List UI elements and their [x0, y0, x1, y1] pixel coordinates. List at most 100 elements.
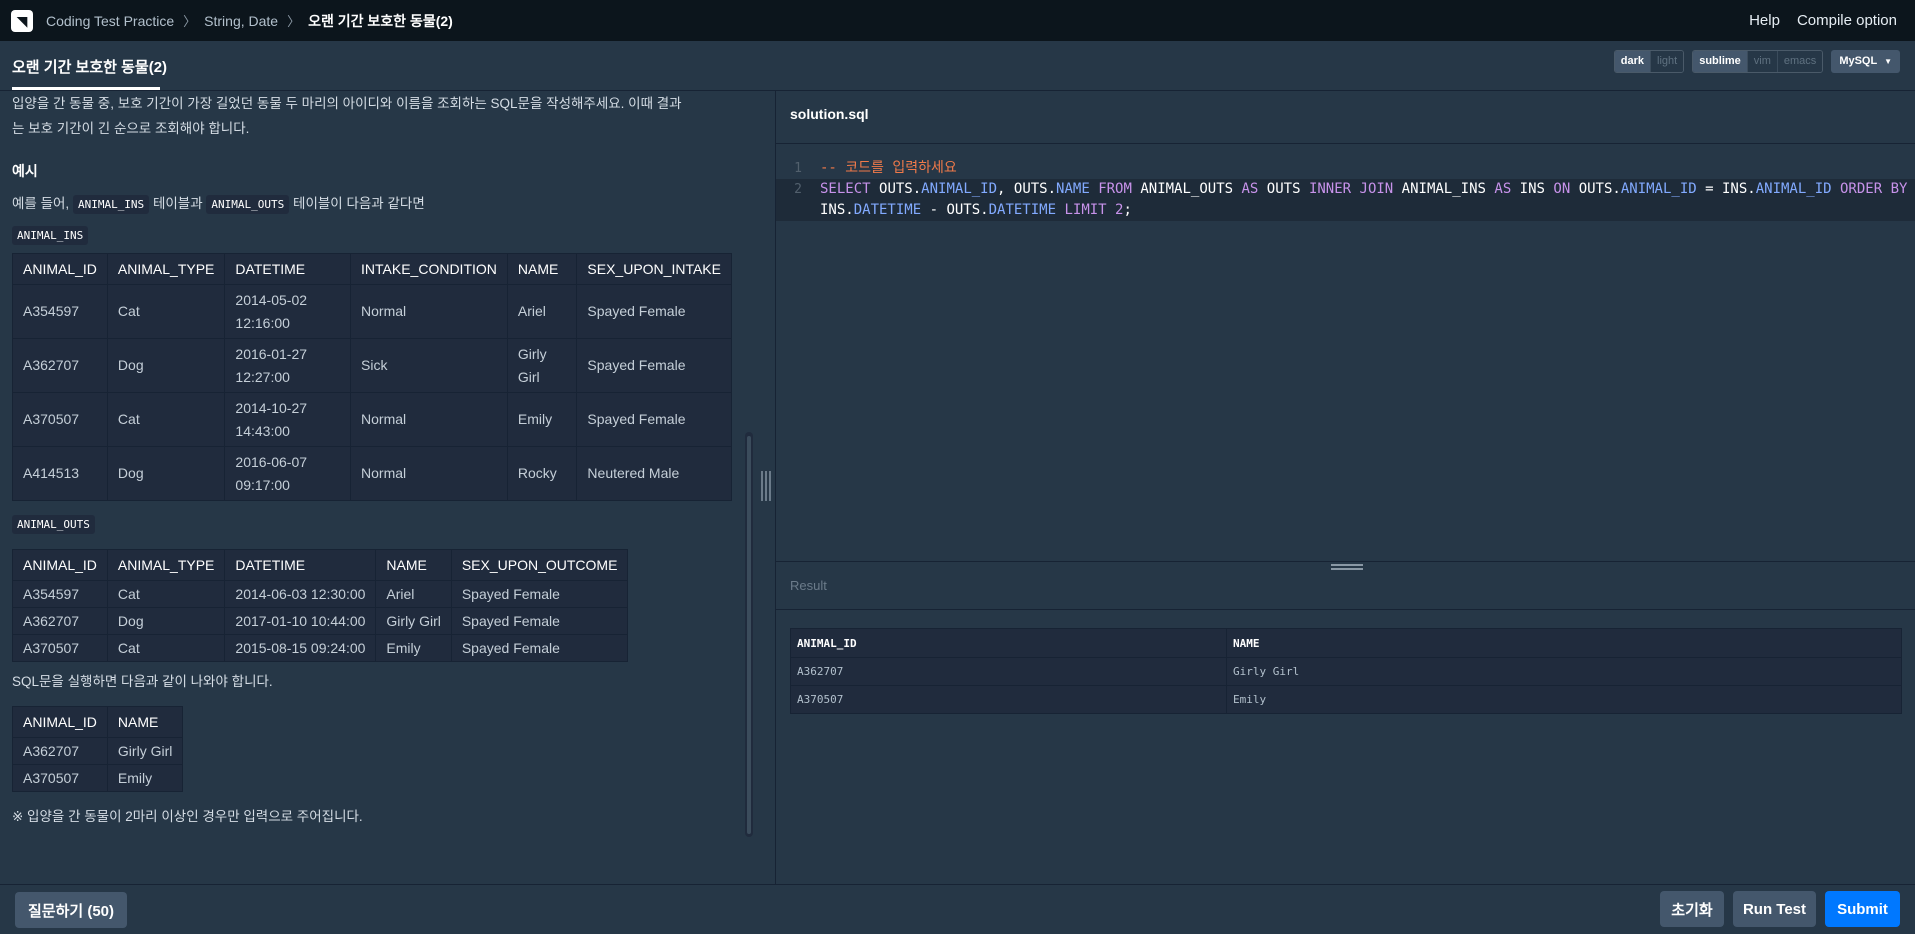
column-header: ANIMAL_ID: [12, 549, 108, 581]
description-scrollbar-thumb[interactable]: [747, 436, 751, 834]
table-cell: Spayed Female: [576, 338, 732, 393]
table-cell: 2016-01-27 12:27:00: [224, 338, 352, 393]
table-cell: 2017-01-10 10:44:00: [224, 607, 377, 635]
result-header: Result: [776, 562, 1915, 610]
table-cell: Emily: [506, 392, 578, 447]
code-token: OUTS.: [1570, 181, 1621, 197]
reset-button[interactable]: 초기화: [1660, 891, 1724, 927]
table-cell: Spayed Female: [450, 580, 629, 608]
language-label: MySQL: [1839, 55, 1878, 67]
table-cell: A370507: [12, 634, 108, 662]
code-line: SELECT OUTS.ANIMAL_ID, OUTS.NAME FROM AN…: [810, 179, 1915, 221]
code-token: ANIMAL_ID: [1755, 181, 1832, 197]
result-row: A370507 Emily: [790, 685, 1902, 714]
resize-handle-icon[interactable]: [761, 471, 771, 501]
table-row: A370507 Cat 2014-10-27 14:43:00 Normal Emily…: [12, 392, 732, 447]
keymap-vim-button[interactable]: vim: [1746, 51, 1777, 72]
code-token: SELECT: [820, 181, 880, 197]
table-cell: Spayed Female: [450, 634, 629, 662]
table-cell: Girly Girl: [506, 338, 578, 393]
table-cell: Rocky: [506, 446, 578, 501]
code-animal-outs: ANIMAL_OUTS: [206, 195, 290, 214]
table-cell: Normal: [350, 446, 508, 501]
result-cell: A362707: [790, 657, 1227, 686]
table-cell: 2014-06-03 12:30:00: [224, 580, 377, 608]
table-cell: Ariel: [375, 580, 452, 608]
result-row: A362707 Girly Girl: [790, 657, 1902, 686]
compile-option-link[interactable]: Compile option: [1797, 12, 1897, 29]
code-token: INS: [1511, 181, 1554, 197]
table-cell: Cat: [106, 392, 226, 447]
table-cell: A370507: [12, 392, 108, 447]
table-cell: Normal: [350, 392, 508, 447]
breadcrumb-category[interactable]: String, Date: [204, 13, 278, 29]
column-header: ANIMAL_TYPE: [106, 549, 226, 581]
result-column-header: NAME: [1226, 628, 1902, 658]
example-text-part: 테이블이 다음과 같다면: [293, 196, 425, 211]
ins-table-label: ANIMAL_INS: [12, 226, 89, 245]
problem-intro: 입양을 간 동물 중, 보호 기간이 가장 길었던 동물 두 마리의 아이디와 …: [12, 91, 732, 141]
code-token: AS: [1241, 181, 1259, 197]
lesson-header: 오랜 기간 보호한 동물(2) dark light sublime vim e…: [0, 41, 1915, 91]
column-header: NAME: [375, 549, 452, 581]
column-header: SEX_UPON_INTAKE: [576, 253, 732, 285]
table-cell: Cat: [106, 580, 226, 608]
table-row: A414513 Dog 2016-06-07 09:17:00 Normal Rocky…: [12, 446, 732, 501]
example-text-part: 예를 들어,: [12, 196, 70, 211]
code-token: ANIMAL_ID: [921, 181, 998, 197]
example-heading: 예시: [12, 163, 38, 179]
code-token: DATETIME: [853, 202, 922, 218]
breadcrumb-practice[interactable]: Coding Test Practice: [46, 13, 174, 29]
expected-result-table: ANIMAL_ID NAME A362707 Girly Girl A370507 Em…: [12, 706, 184, 792]
column-header: SEX_UPON_OUTCOME: [450, 549, 629, 581]
animal-outs-table: ANIMAL_ID ANIMAL_TYPE DATETIME NAME SEX_UPON…: [12, 549, 629, 662]
table-cell: 2016-06-07 09:17:00: [224, 446, 352, 501]
table-cell: A354597: [12, 284, 108, 339]
column-header: ANIMAL_ID: [12, 706, 108, 738]
intro-line-1: 입양을 간 동물 중, 보호 기간이 가장 길었던 동물 두 마리의 아이디와 …: [12, 96, 682, 111]
table-cell: Emily: [375, 634, 452, 662]
result-cell: Girly Girl: [1226, 657, 1902, 686]
table-cell: Spayed Female: [576, 392, 732, 447]
intro-line-2: 는 보호 기간이 긴 순으로 조회해야 합니다.: [12, 121, 250, 136]
code-token: ;: [1123, 202, 1132, 218]
table-cell: 2015-08-15 09:24:00: [224, 634, 377, 662]
code-editor[interactable]: 1 -- 코드를 입력하세요 2 SELECT OUTS.ANIMAL_ID, …: [776, 144, 1915, 561]
top-navbar: ◥ Coding Test Practice 〉 String, Date 〉 …: [0, 0, 1915, 41]
table-cell: A414513: [12, 446, 108, 501]
table-cell: Cat: [106, 634, 226, 662]
result-table: ANIMAL_ID NAME A362707 Girly Girl A370507 Em…: [790, 628, 1902, 714]
keymap-sublime-button[interactable]: sublime: [1693, 51, 1747, 72]
line-number: 2: [794, 182, 802, 197]
table-row: A370507 Cat 2015-08-15 09:24:00 Emily Spayed…: [12, 634, 629, 662]
column-header: ANIMAL_TYPE: [106, 253, 226, 285]
language-select[interactable]: MySQL ▼: [1831, 50, 1900, 73]
table-cell: Cat: [106, 284, 226, 339]
keymap-emacs-button[interactable]: emacs: [1776, 51, 1823, 72]
title-underline: [12, 87, 160, 90]
theme-dark-button[interactable]: dark: [1614, 51, 1651, 72]
column-header: DATETIME: [224, 253, 352, 285]
lesson-title: 오랜 기간 보호한 동물(2): [12, 59, 168, 76]
action-footer: 질문하기 (50) 초기화 Run Test Submit: [0, 884, 1915, 934]
programmers-logo-icon[interactable]: ◥: [11, 9, 33, 32]
code-token: OUTS: [1258, 181, 1309, 197]
table-row: A354597 Cat 2014-05-02 12:16:00 Normal Ariel…: [12, 284, 732, 339]
column-header: ANIMAL_ID: [12, 253, 108, 285]
code-token: , OUTS.: [997, 181, 1057, 197]
chevron-right-icon: 〉: [287, 14, 301, 29]
column-header: INTAKE_CONDITION: [350, 253, 508, 285]
editor-options: dark light sublime vim emacs MySQL ▼: [1613, 50, 1900, 73]
theme-light-button[interactable]: light: [1650, 51, 1684, 72]
problem-note: ※ 입양을 간 동물이 2마리 이상인 경우만 입력으로 주어집니다.: [12, 809, 363, 824]
code-token: LIMIT: [1056, 202, 1116, 218]
result-cell: A370507: [790, 685, 1227, 714]
ask-question-button[interactable]: 질문하기 (50): [15, 892, 127, 928]
run-test-button[interactable]: Run Test: [1733, 891, 1816, 927]
submit-button[interactable]: Submit: [1825, 891, 1900, 927]
help-link[interactable]: Help: [1749, 12, 1780, 29]
table-cell: Normal: [350, 284, 508, 339]
code-token: FROM: [1089, 181, 1141, 197]
column-header: NAME: [106, 706, 184, 738]
code-token: INNER JOIN: [1308, 181, 1394, 197]
